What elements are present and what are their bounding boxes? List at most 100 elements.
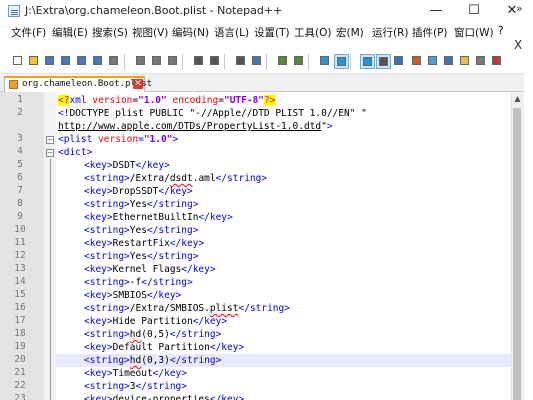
- toolbar-separator: [350, 54, 351, 70]
- toolbar-overflow-button[interactable]: »: [516, 2, 523, 15]
- code-line[interactable]: <key>EthernetBuiltIn</key>: [84, 211, 233, 224]
- monitor-icon[interactable]: [474, 54, 489, 69]
- record-macro-icon[interactable]: [490, 54, 505, 69]
- close-all-icon[interactable]: [91, 54, 106, 69]
- menu-encoding[interactable]: 编码(N): [172, 25, 209, 40]
- zoom-out-glyph: [294, 56, 303, 65]
- code-line[interactable]: <key>Hide Partition</key>: [84, 315, 227, 328]
- new-file-icon[interactable]: [11, 54, 26, 69]
- cut-icon[interactable]: [134, 54, 149, 69]
- replace-glyph: [252, 56, 261, 65]
- user-language-icon[interactable]: [410, 54, 425, 69]
- indent-guide-icon[interactable]: [392, 54, 407, 69]
- save-icon[interactable]: [43, 54, 58, 69]
- sync-vertical-icon[interactable]: [318, 54, 333, 69]
- menu-tools[interactable]: 工具(O): [294, 25, 331, 40]
- folder-workspace-glyph: [460, 56, 469, 65]
- print-icon[interactable]: [107, 54, 122, 69]
- tab-org-chameleon-boot-plist[interactable]: org.chameleon.Boot.plist ✕: [4, 76, 152, 92]
- code-line[interactable]: <key>DropSSDT</key>: [84, 185, 193, 198]
- code-line[interactable]: <key>Kernel Flags</key>: [84, 263, 216, 276]
- fold-toggle-icon[interactable]: −: [46, 149, 54, 157]
- menu-help[interactable]: ?: [498, 25, 504, 37]
- line-number: 6: [17, 172, 23, 183]
- tab-close-icon[interactable]: ✕: [133, 79, 143, 89]
- undo-glyph: [194, 56, 203, 65]
- menu-macro[interactable]: 宏(M): [336, 25, 364, 40]
- undo-icon[interactable]: [192, 54, 207, 69]
- word-wrap-glyph: [363, 57, 372, 66]
- fold-toggle-icon[interactable]: −: [46, 136, 54, 144]
- replace-icon[interactable]: [250, 54, 265, 69]
- code-line[interactable]: <string>hd(0,5)</string>: [84, 328, 221, 341]
- line-number: 12: [14, 250, 26, 261]
- code-line[interactable]: <string>Yes</string>: [84, 224, 198, 237]
- new-file-glyph: [13, 56, 22, 65]
- menu-run[interactable]: 运行(R): [372, 25, 409, 40]
- show-all-chars-icon[interactable]: [376, 54, 391, 69]
- indent-guide-glyph: [394, 56, 403, 65]
- code-line[interactable]: <string>-f</string>: [84, 276, 193, 289]
- copy-icon[interactable]: [150, 54, 165, 69]
- function-list-icon[interactable]: [442, 54, 457, 69]
- window-title: J:\Extra\org.chameleon.Boot.plist - Note…: [25, 4, 283, 17]
- code-line[interactable]: <dict>: [58, 146, 92, 159]
- paste-icon[interactable]: [166, 54, 181, 69]
- line-number: 3: [17, 133, 23, 144]
- open-file-icon[interactable]: [27, 54, 42, 69]
- code-line[interactable]: <string>/Extra/dsdt.aml</string>: [84, 172, 267, 185]
- line-number-gutter: 1 2 3 4 5 6 7 8 9 10 11 12 13 14 15 16 17 18 19 20 21 22 23: [0, 92, 44, 400]
- scroll-up-arrow-icon[interactable]: ▲: [511, 94, 524, 106]
- function-list-glyph: [444, 56, 453, 65]
- line-number: 10: [14, 224, 26, 235]
- menu-view[interactable]: 视图(V): [132, 25, 168, 40]
- menu-search[interactable]: 搜索(S): [92, 25, 128, 40]
- menu-language[interactable]: 语言(L): [214, 25, 249, 40]
- doc-map-icon[interactable]: [426, 54, 441, 69]
- find-icon[interactable]: [234, 54, 249, 69]
- menu-bar: 文件(F) 编辑(E) 搜索(S) 视图(V) 编码(N) 语言(L) 设置(T…: [0, 22, 533, 40]
- line-number: 7: [17, 185, 23, 196]
- code-line[interactable]: http://www.apple.com/DTDs/PropertyList-1…: [58, 120, 333, 133]
- code-line[interactable]: <?xml version="1.0" encoding="UTF-8"?>: [58, 94, 276, 107]
- word-wrap-icon[interactable]: [360, 54, 375, 69]
- code-line[interactable]: <key>Timeout</key>: [84, 367, 187, 380]
- save-all-icon[interactable]: [59, 54, 74, 69]
- editor-area[interactable]: 1 2 3 4 5 6 7 8 9 10 11 12 13 14 15 16 17 18 19 20 21 22 23 − −…: [0, 92, 525, 400]
- code-line[interactable]: <string>hd(0,3)</string>: [84, 354, 221, 367]
- code-line[interactable]: <string>3</string>: [84, 380, 187, 393]
- scrollbar-thumb[interactable]: [513, 108, 521, 400]
- code-line[interactable]: <string>/Extra/SMBIOS.plist</string>: [84, 302, 290, 315]
- code-line[interactable]: <key>device-properties</key>: [84, 393, 244, 400]
- window-edge: [524, 0, 533, 400]
- close-icon[interactable]: [75, 54, 90, 69]
- code-line[interactable]: <!DOCTYPE plist PUBLIC "-//Apple//DTD PL…: [58, 107, 367, 120]
- show-all-chars-glyph: [379, 57, 388, 66]
- maximize-button[interactable]: ☐: [456, 0, 492, 22]
- redo-icon[interactable]: [208, 54, 223, 69]
- line-number: 20: [14, 354, 26, 365]
- tab-bar: org.chameleon.Boot.plist ✕: [0, 74, 533, 92]
- sync-horizontal-icon[interactable]: [334, 54, 349, 69]
- menu-plugins[interactable]: 插件(P): [412, 25, 448, 40]
- folder-workspace-icon[interactable]: [458, 54, 473, 69]
- line-number: 17: [14, 315, 26, 326]
- zoom-out-icon[interactable]: [292, 54, 307, 69]
- code-text[interactable]: <?xml version="1.0" encoding="UTF-8"?> <!…: [56, 92, 525, 400]
- save-glyph: [45, 56, 54, 65]
- line-number: 11: [14, 237, 26, 248]
- code-line[interactable]: <key>Default Partition</key>: [84, 341, 244, 354]
- code-line[interactable]: <string>Yes</string>: [84, 198, 198, 211]
- code-line[interactable]: <key>DSDT</key>: [84, 159, 170, 172]
- code-line[interactable]: <string>Yes</string>: [84, 250, 198, 263]
- code-line[interactable]: <key>SMBIOS</key>: [84, 289, 181, 302]
- menu-settings[interactable]: 设置(T): [254, 25, 290, 40]
- menu-file[interactable]: 文件(F): [11, 25, 46, 40]
- menu-edit[interactable]: 编辑(E): [52, 25, 88, 40]
- code-line[interactable]: <plist version="1.0">: [58, 133, 178, 146]
- code-line[interactable]: <key>RestartFix</key>: [84, 237, 204, 250]
- menu-window[interactable]: 窗口(W): [454, 25, 494, 40]
- minimize-button[interactable]: —: [418, 0, 454, 22]
- line-number: 4: [17, 146, 23, 157]
- zoom-in-icon[interactable]: [276, 54, 291, 69]
